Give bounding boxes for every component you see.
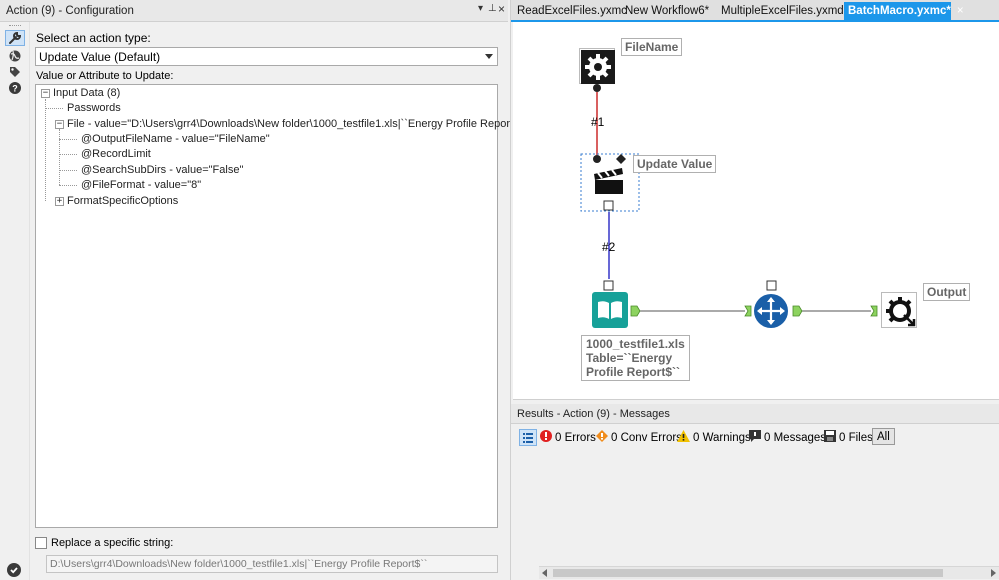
macro-input-tool[interactable] — [579, 48, 615, 84]
warnings-filter[interactable]: 0 Warnings — [677, 430, 751, 445]
tree-node-format-specific-options[interactable]: FormatSpecificOptions — [67, 195, 178, 207]
tree-node-file-format[interactable]: @FileFormat - value="8" — [81, 179, 201, 191]
replace-string-checkbox[interactable] — [35, 537, 47, 549]
messages-count: 0 Messages — [764, 431, 827, 444]
expand-format-options-toggle[interactable]: + — [55, 197, 64, 206]
action-type-select[interactable]: Update Value (Default) — [35, 47, 498, 66]
results-title-bar: Results - Action (9) - Messages — [511, 404, 999, 424]
tab-label: BatchMacro.yxmc* — [848, 5, 951, 17]
help-icon[interactable]: ? — [5, 80, 25, 96]
tab-label: New Workflow6* — [625, 5, 710, 17]
input-data-tool[interactable] — [592, 292, 628, 328]
results-messages-area — [511, 448, 999, 564]
gear-icon — [581, 50, 615, 84]
arrows-cross-icon — [754, 294, 788, 328]
messages-filter[interactable]: 0 Messages — [749, 430, 826, 445]
conv-errors-filter[interactable]: 0 Conv Errors — [596, 430, 682, 445]
all-label: All — [877, 430, 890, 443]
config-side-toolbar: ? — [0, 22, 30, 580]
warnings-count: 0 Warnings — [693, 431, 751, 444]
results-title: Results - Action (9) - Messages — [517, 408, 670, 420]
tree-node-input-data[interactable]: Input Data (8) — [53, 87, 120, 99]
tree-node-file[interactable]: File - value="D:\Users\grr4\Downloads\Ne… — [67, 118, 530, 130]
tab-multiple-excel-files[interactable]: MultipleExcelFiles.yxmd* — [721, 2, 848, 21]
results-horizontal-scrollbar[interactable] — [539, 566, 999, 579]
errors-count: 0 Errors — [555, 431, 596, 444]
input-label-line3: Profile Report$`` — [586, 365, 681, 379]
update-value-label[interactable]: Update Value — [633, 155, 717, 173]
files-filter[interactable]: 0 Files — [824, 430, 873, 445]
filename-label[interactable]: FileName — [621, 38, 683, 56]
tab-read-excel-files[interactable]: ReadExcelFiles.yxmc — [517, 2, 627, 21]
macro-output-tool[interactable] — [881, 292, 917, 328]
join-tool[interactable] — [753, 293, 789, 329]
errors-filter[interactable]: 0 Errors — [540, 430, 596, 445]
gear-output-icon — [886, 297, 916, 327]
svg-text:?: ? — [12, 84, 18, 94]
collapse-input-data-toggle[interactable]: − — [41, 89, 50, 98]
files-count: 0 Files — [839, 431, 873, 444]
configuration-title-bar: Action (9) - Configuration ▾ ⊥ × — [0, 0, 508, 22]
globe-icon[interactable] — [5, 48, 25, 64]
replace-string-value: D:\Users\grr4\Downloads\New folder\1000_… — [50, 558, 428, 570]
message-icon — [749, 430, 761, 445]
tab-label: ReadExcelFiles.yxmc — [517, 5, 627, 17]
scroll-left-icon[interactable] — [542, 569, 547, 577]
tab-new-workflow6[interactable]: New Workflow6* — [625, 2, 709, 21]
replace-string-input[interactable]: D:\Users\grr4\Downloads\New folder\1000_… — [46, 555, 498, 573]
panel-pin-button[interactable]: ⊥ — [488, 3, 497, 14]
tree-node-record-limit[interactable]: @RecordLimit — [81, 148, 151, 160]
tree-node-search-subdirs[interactable]: @SearchSubDirs - value="False" — [81, 164, 243, 176]
replace-string-label: Replace a specific string: — [51, 537, 174, 549]
error-icon — [540, 430, 552, 445]
scroll-right-icon[interactable] — [991, 569, 996, 577]
app-window: Action (9) - Configuration ▾ ⊥ × ? Selec… — [0, 0, 999, 580]
input-data-label[interactable]: 1000_testfile1.xls Table=``Energy Profil… — [581, 335, 690, 381]
tab-batch-macro[interactable]: BatchMacro.yxmc* × — [844, 2, 964, 21]
output-label[interactable]: Output — [923, 283, 971, 301]
action-update-value-tool[interactable] — [591, 162, 627, 198]
scroll-thumb[interactable] — [553, 569, 943, 577]
tree-node-passwords[interactable]: Passwords — [67, 102, 121, 114]
book-icon — [598, 301, 622, 319]
clapperboard-icon — [594, 168, 623, 194]
tab-label: MultipleExcelFiles.yxmd* — [721, 5, 849, 17]
workflow-canvas[interactable]: FileName #1 Update Value #2 1000_testfil… — [513, 22, 999, 400]
close-tab-icon[interactable]: × — [957, 5, 964, 17]
check-circle-icon — [7, 563, 21, 577]
value-tree: − Input Data (8) Passwords − File - valu… — [35, 84, 530, 528]
warning-icon — [677, 430, 690, 445]
configuration-title: Action (9) - Configuration — [6, 5, 134, 17]
workflow-panel: ReadExcelFiles.yxmc New Workflow6* Multi… — [510, 0, 999, 580]
chevron-down-icon — [485, 54, 493, 59]
input-label-line2: Table=``Energy — [586, 351, 673, 365]
save-icon — [824, 430, 836, 445]
all-filter-button[interactable]: All — [872, 428, 895, 445]
tree-node-output-filename[interactable]: @OutputFileName - value="FileName" — [81, 133, 270, 145]
wrench-icon[interactable] — [5, 30, 25, 46]
list-view-icon[interactable] — [519, 429, 537, 446]
results-filter-bar: 0 Errors 0 Conv Errors 0 Warnings 0 Mess… — [511, 426, 999, 448]
panel-dropdown-button[interactable]: ▾ — [478, 3, 483, 14]
action-type-label: Select an action type: — [36, 31, 151, 45]
collapse-file-toggle[interactable]: − — [55, 120, 64, 129]
conv-error-icon — [596, 430, 608, 445]
input-label-line1: 1000_testfile1.xls — [586, 337, 685, 351]
action-type-value: Update Value (Default) — [39, 50, 161, 64]
document-tabs: ReadExcelFiles.yxmc New Workflow6* Multi… — [511, 0, 999, 22]
connection-label-1: #1 — [591, 115, 605, 129]
tag-icon[interactable] — [5, 64, 25, 80]
connection-label-2: #2 — [602, 240, 616, 254]
configuration-panel: Action (9) - Configuration ▾ ⊥ × ? Selec… — [0, 0, 530, 580]
panel-close-button[interactable]: × — [498, 2, 505, 16]
conv-errors-count: 0 Conv Errors — [611, 431, 682, 444]
value-to-update-label: Value or Attribute to Update: — [36, 70, 174, 82]
